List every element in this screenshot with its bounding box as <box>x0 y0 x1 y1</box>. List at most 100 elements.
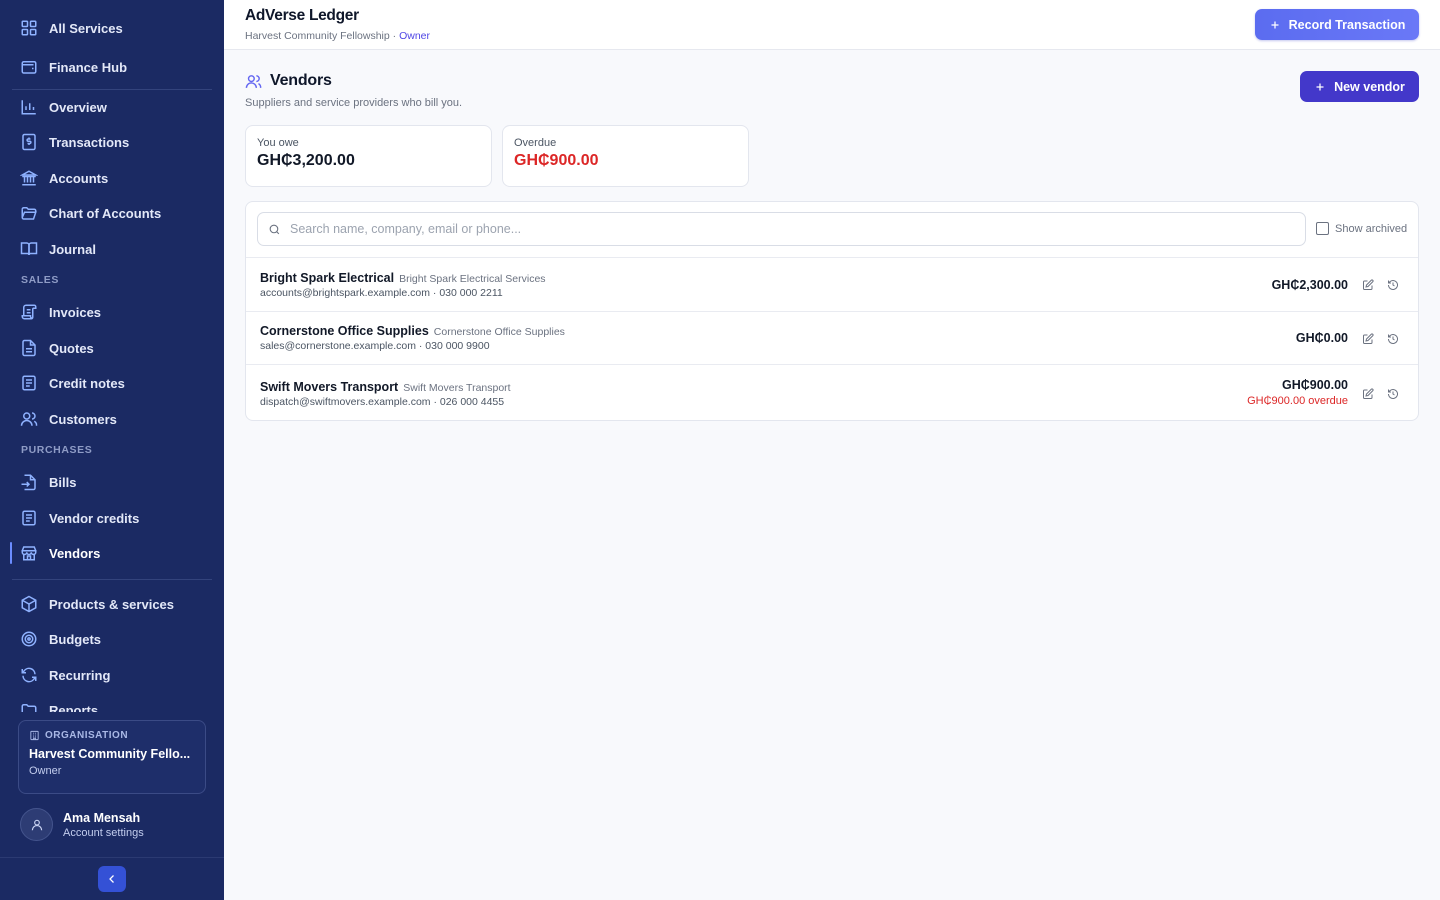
sidebar-item-reports[interactable]: Reports <box>12 694 212 712</box>
sidebar-item-label: Quotes <box>49 340 94 356</box>
sidebar-item-budgets[interactable]: Budgets <box>12 623 212 655</box>
file-text-icon <box>20 339 38 357</box>
vendor-overdue: GH₵900.00 overdue <box>1247 395 1348 407</box>
sidebar-item-label: Vendors <box>49 545 101 561</box>
sidebar-item-label: Finance Hub <box>49 59 128 75</box>
stat-label: Overdue <box>514 137 557 149</box>
sidebar-item-finance-hub[interactable]: Finance Hub <box>12 51 212 83</box>
sidebar-item-vendor-credits[interactable]: Vendor credits <box>12 502 212 534</box>
table-row[interactable]: Cornerstone Office Supplies Cornerstone O… <box>246 311 1418 364</box>
history-icon[interactable] <box>1385 386 1401 402</box>
chevron-left-icon <box>109 875 114 883</box>
sidebar-item-journal[interactable]: Journal <box>12 233 212 265</box>
table-row[interactable]: Swift Movers Transport Swift Movers Trans… <box>246 364 1418 420</box>
stat-value: GH₵3,200.00 <box>257 152 355 169</box>
plus-icon <box>1316 83 1324 90</box>
sidebar: All Services Finance Hub Overview Transa… <box>0 0 224 900</box>
history-icon[interactable] <box>1385 277 1401 293</box>
edit-icon[interactable] <box>1360 277 1376 293</box>
divider <box>12 579 212 580</box>
stat-card-overdue: Overdue GH₵900.00 <box>502 125 749 187</box>
edit-icon[interactable] <box>1360 331 1376 347</box>
organisation-breadcrumb: Harvest Community Fellowship · Owner <box>245 30 430 42</box>
account-settings-link[interactable]: Account settings <box>63 827 144 839</box>
vendor-contact: dispatch@swiftmovers.example.com · 026 0… <box>260 396 505 408</box>
sidebar-nav: All Services Finance Hub Overview Transa… <box>0 0 224 712</box>
organisation-card[interactable]: ORGANISATION Harvest Community Fello... … <box>18 720 206 794</box>
sidebar-item-credit-notes[interactable]: Credit notes <box>12 367 212 399</box>
sidebar-item-accounts[interactable]: Accounts <box>12 162 212 194</box>
sidebar-item-label: Chart of Accounts <box>49 205 162 221</box>
search-box[interactable] <box>257 212 1306 246</box>
sidebar-item-label: Budgets <box>49 631 101 647</box>
store-icon <box>20 544 38 562</box>
organisation-label: ORGANISATION <box>29 730 195 741</box>
role-badge: Owner <box>399 30 430 42</box>
new-vendor-button[interactable]: New vendor <box>1300 71 1419 102</box>
sidebar-item-bills[interactable]: Bills <box>12 466 212 498</box>
vendor-contact: accounts@brightspark.example.com · 030 0… <box>260 287 503 299</box>
sidebar-item-overview[interactable]: Overview <box>12 91 212 123</box>
sidebar-item-label: Journal <box>49 241 96 257</box>
receipt-dollar-icon <box>20 133 38 151</box>
sidebar-section-sales: SALES <box>21 274 60 286</box>
sidebar-item-label: Credit notes <box>49 375 125 391</box>
edit-icon[interactable] <box>1360 386 1376 402</box>
divider <box>0 857 224 858</box>
sidebar-item-label: Vendor credits <box>49 510 140 526</box>
search-icon <box>269 224 280 234</box>
vendor-company: Bright Spark Electrical Services <box>399 273 546 285</box>
sidebar-item-label: Customers <box>49 411 117 427</box>
vendor-balance: GH₵2,300.00 <box>1271 278 1348 292</box>
sidebar-item-vendors[interactable]: Vendors <box>10 537 212 569</box>
sidebar-item-label: Transactions <box>49 134 130 150</box>
app-title: AdVerse Ledger <box>245 7 359 24</box>
notepad-icon <box>20 509 38 527</box>
collapse-sidebar-button[interactable] <box>98 866 126 892</box>
show-archived-checkbox[interactable] <box>1316 222 1329 235</box>
folder-icon <box>20 701 38 712</box>
search-input[interactable] <box>290 222 1290 236</box>
vendor-name: Bright Spark Electrical Bright Spark Elec… <box>260 271 546 285</box>
users-icon <box>20 410 38 428</box>
sidebar-item-label: Accounts <box>49 170 109 186</box>
sidebar-item-label: Products & services <box>49 596 175 612</box>
page-subtitle: Suppliers and service providers who bill… <box>245 97 463 109</box>
history-icon[interactable] <box>1385 331 1401 347</box>
plus-icon <box>1271 21 1279 28</box>
vendor-name: Swift Movers Transport Swift Movers Trans… <box>260 380 511 394</box>
folder-open-icon <box>20 204 38 222</box>
sidebar-item-all-services[interactable]: All Services <box>12 12 212 44</box>
notepad-icon <box>20 374 38 392</box>
grid-icon <box>20 19 38 37</box>
organisation-name: Harvest Community Fello... <box>29 747 191 761</box>
organisation-role: Owner <box>29 765 62 777</box>
sidebar-item-recurring[interactable]: Recurring <box>12 659 212 691</box>
sidebar-item-customers[interactable]: Customers <box>12 403 212 435</box>
stat-value: GH₵900.00 <box>514 152 599 169</box>
sidebar-item-label: Recurring <box>49 667 111 683</box>
book-open-icon <box>20 240 38 258</box>
user-icon <box>31 819 42 830</box>
sidebar-item-products-services[interactable]: Products & services <box>12 588 212 620</box>
page-title: Vendors <box>270 72 332 89</box>
top-bar: AdVerse Ledger Harvest Community Fellows… <box>224 0 1440 50</box>
sidebar-item-transactions[interactable]: Transactions <box>12 126 212 158</box>
vendors-panel: Show archived Bright Spark ElectricalBri… <box>245 201 1419 421</box>
scroll-icon <box>20 303 38 321</box>
package-icon <box>20 595 38 613</box>
refresh-icon <box>20 666 38 684</box>
sidebar-item-chart-of-accounts[interactable]: Chart of Accounts <box>12 197 212 229</box>
bar-chart-icon <box>20 98 38 116</box>
sidebar-item-quotes[interactable]: Quotes <box>12 332 212 364</box>
vendor-company: Cornerstone Office Supplies <box>433 326 565 338</box>
sidebar-item-label: Overview <box>49 99 107 115</box>
sidebar-item-invoices[interactable]: Invoices <box>12 296 212 328</box>
user-account[interactable]: Ama Mensah Account settings <box>20 808 144 841</box>
table-row[interactable]: Bright Spark Electrical Bright Spark Elec… <box>246 257 1418 311</box>
record-transaction-button[interactable]: Record Transaction <box>1255 9 1419 40</box>
show-archived-toggle[interactable]: Show archived <box>1316 222 1407 235</box>
users-icon <box>245 74 262 88</box>
file-import-icon <box>20 473 38 491</box>
stat-label: You owe <box>257 137 299 149</box>
